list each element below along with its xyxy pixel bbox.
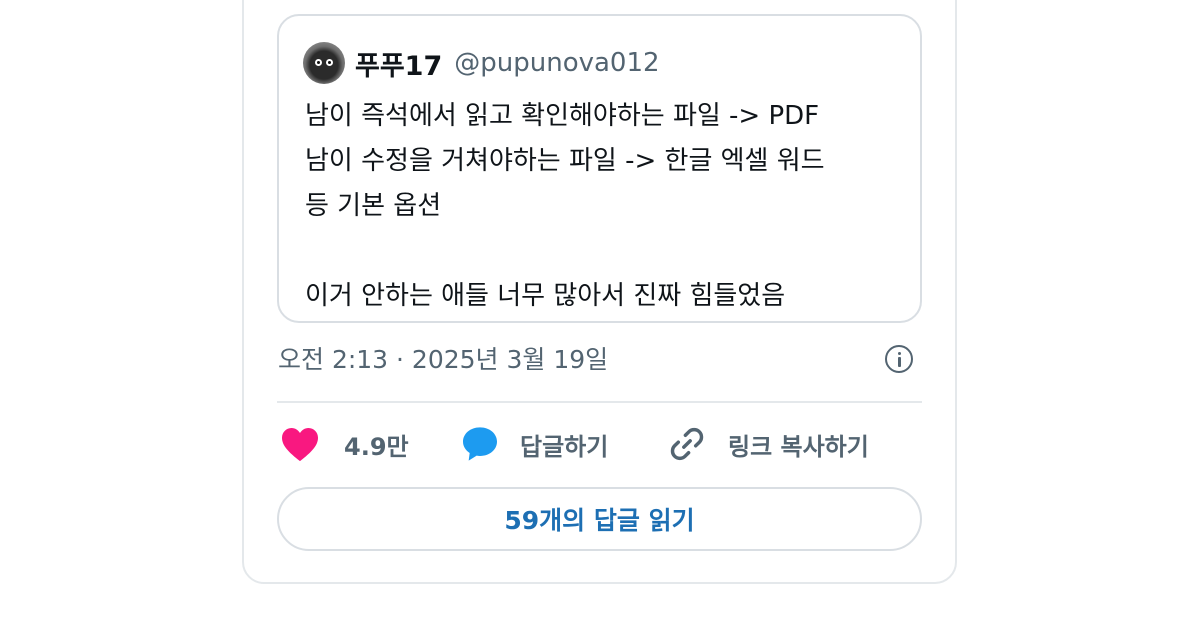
- like-button[interactable]: 4.9만: [280, 420, 409, 468]
- read-replies-button[interactable]: 59개의 답글 읽기: [277, 487, 922, 551]
- display-name[interactable]: 푸푸17: [355, 44, 442, 83]
- quoted-post-text: 남이 즉석에서 읽고 확인해야하는 파일 -> PDF 남이 수정을 거쳐야하는…: [305, 101, 825, 311]
- copy-link-button[interactable]: 링크 복사하기: [668, 420, 869, 468]
- heart-icon: [282, 427, 318, 462]
- copy-link-label: 링크 복사하기: [728, 432, 869, 461]
- reply-label: 답글하기: [520, 432, 609, 461]
- action-bar: 4.9만 답글하기 링크 복사하기: [280, 420, 920, 468]
- avatar[interactable]: [303, 42, 345, 84]
- reply-button[interactable]: 답글하기: [460, 420, 608, 468]
- post-timestamp[interactable]: 오전 2:13 · 2025년 3월 19일: [278, 340, 608, 376]
- speech-bubble-icon: [463, 427, 497, 461]
- divider: [277, 401, 922, 403]
- like-count: 4.9만: [344, 432, 409, 461]
- user-handle[interactable]: @pupunova012: [454, 48, 659, 78]
- quoted-post[interactable]: 푸푸17 @pupunova012 남이 즉석에서 읽고 확인해야하는 파일 -…: [277, 14, 922, 323]
- quoted-post-header: 푸푸17 @pupunova012: [303, 42, 660, 84]
- info-circle-icon[interactable]: [885, 345, 913, 373]
- link-icon: [670, 427, 704, 461]
